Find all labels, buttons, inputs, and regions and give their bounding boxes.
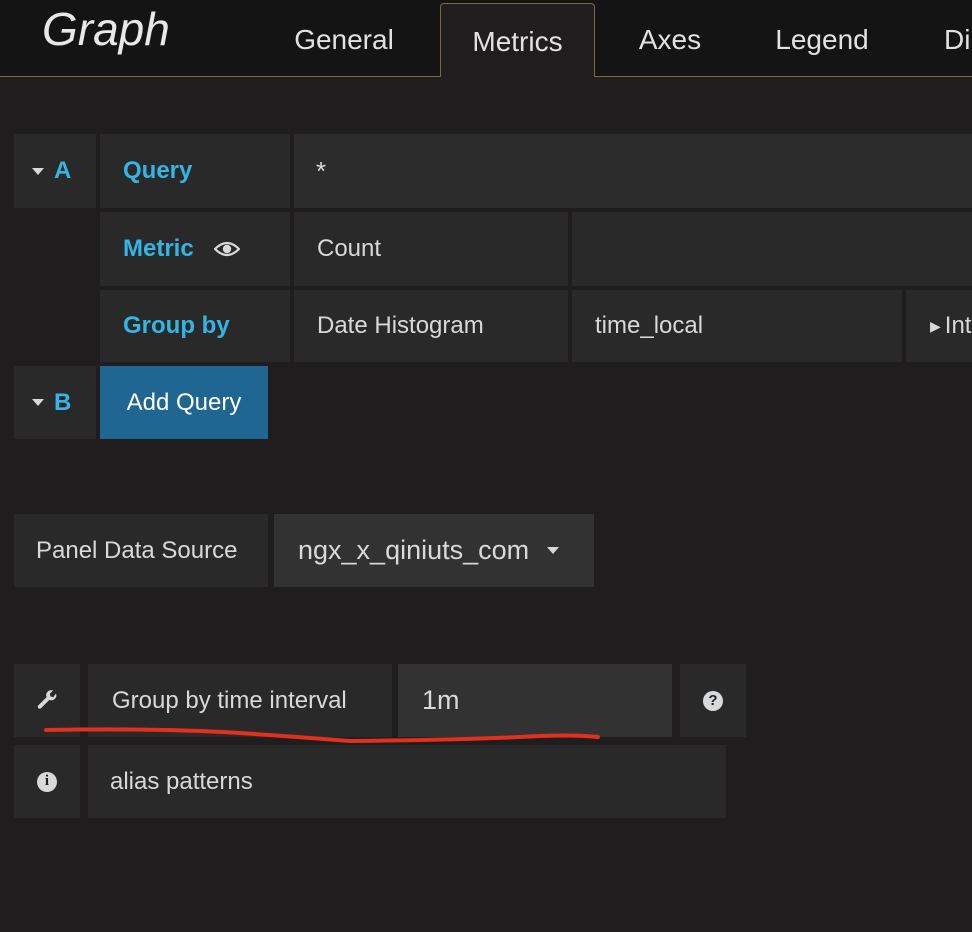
alias-info-button[interactable]: i bbox=[14, 745, 80, 818]
query-b-toggle[interactable]: B bbox=[14, 366, 96, 439]
metric-type-select[interactable]: Count bbox=[294, 212, 568, 286]
group-interval-value: 1m bbox=[422, 685, 460, 715]
group-by-field-select[interactable]: time_local bbox=[572, 290, 902, 362]
group-by-label-cell: Group by bbox=[100, 290, 290, 362]
add-query-button[interactable]: Add Query bbox=[100, 366, 268, 439]
query-ref: A bbox=[54, 157, 72, 184]
query-label-cell: Query bbox=[100, 134, 290, 208]
query-value: * bbox=[316, 156, 327, 186]
add-query-label: Add Query bbox=[126, 388, 242, 416]
metric-field-cell[interactable] bbox=[572, 212, 972, 286]
panel-title: Graph bbox=[42, 3, 170, 55]
metric-type: Count bbox=[317, 235, 382, 262]
panel-editor-header: Graph General Metrics Axes Legend Di bbox=[0, 0, 972, 77]
tab-display[interactable]: Di bbox=[928, 0, 972, 77]
group-by-label: Group by bbox=[123, 312, 230, 339]
metric-label-cell: Metric bbox=[100, 212, 290, 286]
query-input[interactable]: * bbox=[294, 134, 972, 208]
tab-general[interactable]: General bbox=[270, 0, 418, 77]
wrench-icon bbox=[37, 689, 57, 709]
query-a-toggle[interactable]: A bbox=[14, 134, 96, 208]
metric-label: Metric bbox=[123, 235, 194, 262]
interval-help-button[interactable]: ? bbox=[680, 664, 746, 737]
options-wrench-cell bbox=[14, 664, 80, 737]
query-ref-b: B bbox=[54, 388, 72, 416]
interval-options-label: Int bbox=[944, 312, 972, 339]
caret-right-icon: ▶ bbox=[930, 318, 941, 334]
caret-down-icon bbox=[32, 167, 44, 175]
caret-down-icon bbox=[547, 547, 560, 554]
query-label: Query bbox=[123, 157, 193, 184]
tab-axes[interactable]: Axes bbox=[618, 0, 722, 77]
group-interval-label-cell: Group by time interval bbox=[88, 664, 392, 737]
datasource-label-cell: Panel Data Source bbox=[14, 514, 268, 587]
info-icon: i bbox=[37, 771, 57, 792]
interval-options-toggle[interactable]: ▶ Int bbox=[906, 290, 972, 362]
group-by-field: time_local bbox=[595, 312, 704, 339]
tab-legend[interactable]: Legend bbox=[752, 0, 892, 77]
datasource-value: ngx_x_qiniuts_com bbox=[298, 535, 530, 565]
group-interval-label: Group by time interval bbox=[112, 686, 347, 714]
group-by-type: Date Histogram bbox=[317, 312, 484, 339]
eye-icon[interactable] bbox=[213, 240, 240, 258]
question-icon: ? bbox=[703, 690, 723, 711]
tab-metrics[interactable]: Metrics bbox=[440, 3, 595, 77]
group-by-type-select[interactable]: Date Histogram bbox=[294, 290, 568, 362]
datasource-select[interactable]: ngx_x_qiniuts_com bbox=[274, 514, 594, 587]
alias-patterns-link[interactable]: alias patterns bbox=[88, 745, 726, 818]
caret-down-icon bbox=[32, 399, 44, 406]
alias-patterns-label: alias patterns bbox=[110, 767, 253, 795]
group-interval-input[interactable]: 1m bbox=[398, 664, 672, 737]
datasource-label: Panel Data Source bbox=[36, 536, 238, 564]
